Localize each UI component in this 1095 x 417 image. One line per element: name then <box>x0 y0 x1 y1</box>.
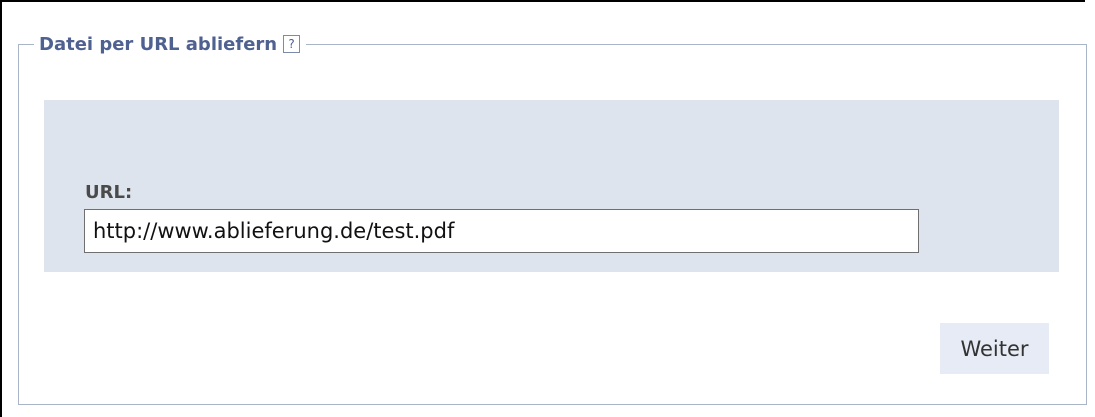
url-input[interactable] <box>84 209 919 253</box>
fieldset-legend: Datei per URL abliefern ? <box>34 30 307 58</box>
next-button[interactable]: Weiter <box>940 323 1049 374</box>
help-icon[interactable]: ? <box>283 35 301 53</box>
section-title: Datei per URL abliefern <box>39 33 278 55</box>
url-label: URL: <box>85 182 133 203</box>
